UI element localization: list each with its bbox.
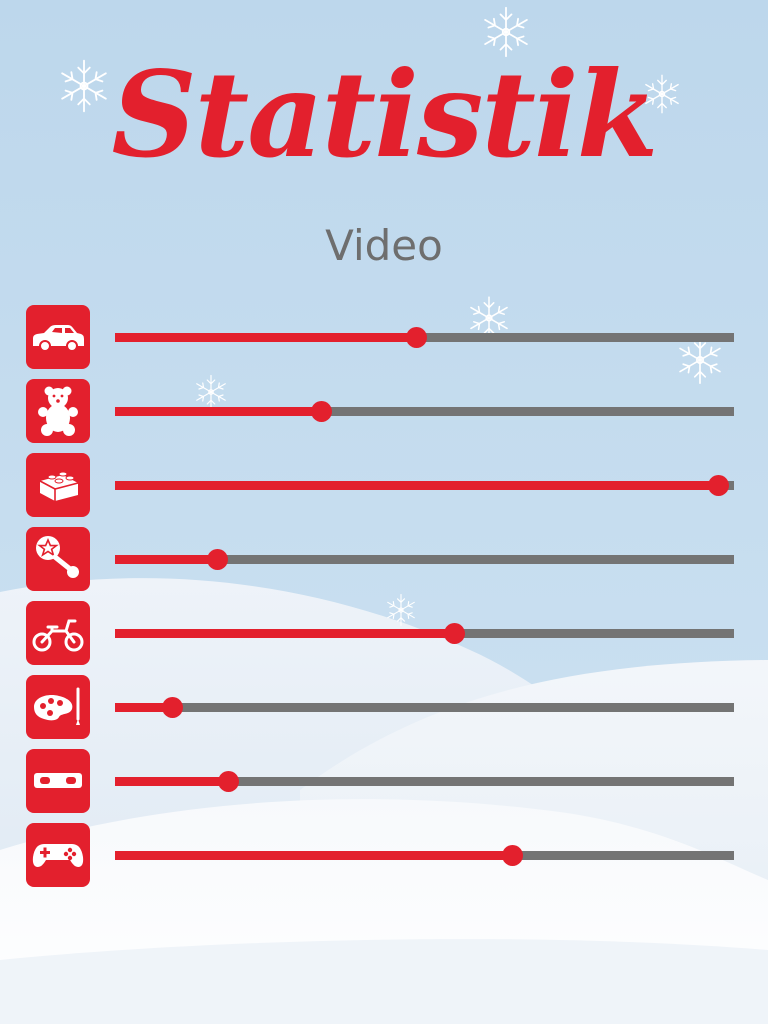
progress-track: [115, 697, 734, 718]
progress-track: [115, 327, 734, 348]
page-title: Statistik: [111, 45, 658, 184]
teddy-bear-icon: [26, 379, 90, 443]
toy-block-icon: [26, 749, 90, 813]
progress-fill: [115, 777, 229, 786]
balance-bike-icon: [26, 601, 90, 665]
progress-thumb: [444, 623, 466, 644]
progress-thumb: [207, 549, 229, 570]
stat-row: [26, 453, 736, 517]
progress-fill: [115, 333, 417, 342]
progress-track: [115, 475, 734, 496]
stat-row: [26, 527, 736, 591]
stat-row: [26, 379, 736, 443]
progress-thumb: [707, 475, 729, 496]
stat-row: [26, 601, 736, 665]
gamepad-icon: [26, 823, 90, 887]
progress-thumb: [406, 327, 428, 348]
progress-fill: [115, 629, 455, 638]
progress-track: [115, 623, 734, 644]
paint-palette-icon: [26, 675, 90, 739]
progress-track: [115, 845, 734, 866]
progress-thumb: [311, 401, 333, 422]
building-block-icon: [26, 453, 90, 517]
stat-row: [26, 675, 736, 739]
rattle-icon: [26, 527, 90, 591]
stats-list: [26, 305, 736, 897]
progress-track: [115, 401, 734, 422]
page-subtitle: Video: [325, 221, 443, 270]
progress-fill: [115, 555, 218, 564]
stat-row: [26, 749, 736, 813]
progress-thumb: [161, 697, 183, 718]
progress-thumb: [501, 845, 523, 866]
stat-row: [26, 823, 736, 887]
progress-thumb: [218, 771, 240, 792]
stat-row: [26, 305, 736, 369]
progress-fill: [115, 407, 322, 416]
progress-fill: [115, 851, 512, 860]
progress-track: [115, 771, 734, 792]
progress-fill: [115, 481, 718, 490]
progress-track: [115, 549, 734, 570]
car-icon: [26, 305, 90, 369]
